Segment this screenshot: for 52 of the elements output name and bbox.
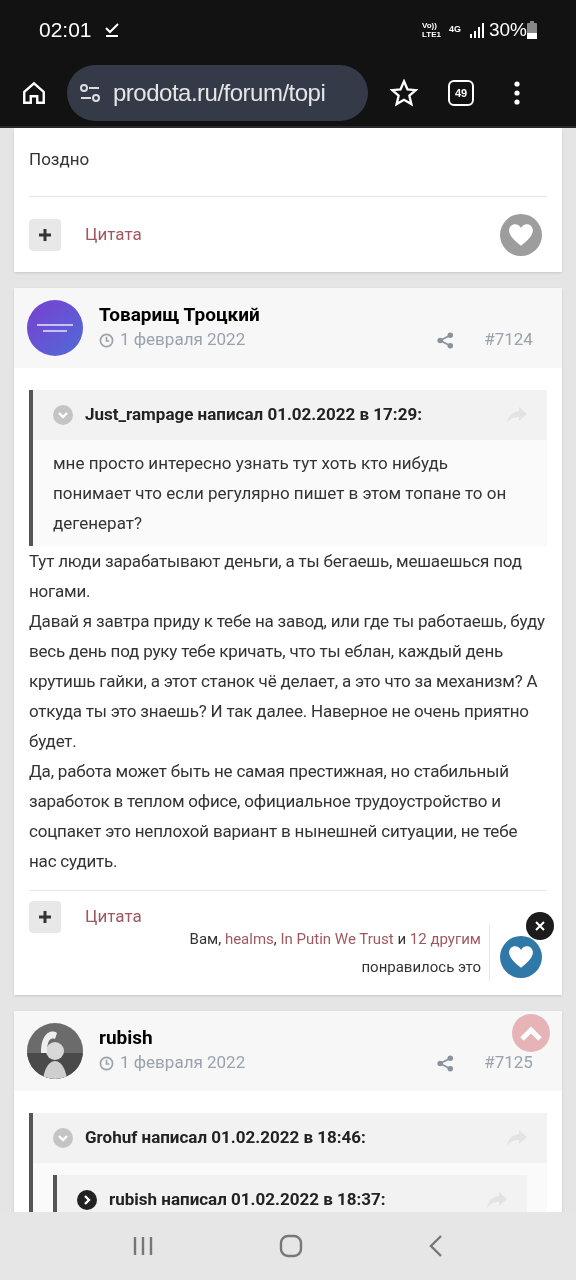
signal-icon <box>468 22 485 38</box>
expand-button[interactable] <box>29 901 61 933</box>
lte-indicator: LTE1 <box>422 30 441 39</box>
post-date: 1 февраля 2022 <box>120 1051 246 1075</box>
clock-icon <box>99 332 114 348</box>
quote-link[interactable]: Цитата <box>85 904 142 930</box>
post-text: Давай я завтра приду к тебе на завод, или где ты работаешь, буду весь день под руку тебе кричать, что ты еблан, каждый день крутишь гайки, а этот станок чё делает, а это что за механизм? А откуда ты это знаешь? И так далее. Наверное не очень приятно будет. <box>29 610 546 753</box>
home-button-icon[interactable] <box>279 1234 303 1258</box>
volte-indicator: Vo)) <box>422 21 438 30</box>
author-name[interactable]: rubish <box>99 1026 153 1051</box>
user-link[interactable]: In Putin We Trust <box>280 930 394 948</box>
likes-text: Вам, healms, In Putin We Trust и 12 другим понравилось это <box>189 925 490 981</box>
close-button[interactable] <box>526 912 554 940</box>
battery-percent: 30% <box>488 17 527 42</box>
network-type: 4G <box>448 23 461 37</box>
quote-text: мне просто интересно узнать тут хоть кто нибудь понимает что если регулярно пишет в этом топане то он дегенерат? <box>52 452 508 535</box>
home-icon[interactable] <box>21 80 47 106</box>
heart-icon <box>508 945 534 969</box>
battery-icon <box>527 21 537 39</box>
quote-author-line: Just_rampage написал 01.02.2022 в 17:29: <box>85 403 423 427</box>
heart-icon <box>508 223 534 247</box>
share-icon[interactable] <box>437 331 455 349</box>
like-button[interactable] <box>500 214 542 256</box>
expand-button[interactable] <box>29 219 61 251</box>
clock-time: 02:01 <box>39 17 92 44</box>
post-text: Тут люди зарабатывают деньги, а ты бегаешь, мешаешься под ногами. <box>29 550 523 603</box>
plus-icon <box>38 910 52 924</box>
close-icon <box>535 921 545 931</box>
quote-link[interactable]: Цитата <box>85 222 142 248</box>
user-link[interactable]: healms <box>224 930 274 948</box>
site-settings-icon <box>79 84 101 102</box>
like-button[interactable] <box>500 936 542 978</box>
chevron-up-icon <box>520 1025 542 1041</box>
tab-count-button[interactable]: 49 <box>448 80 474 106</box>
chevron-right-icon[interactable] <box>77 1190 97 1210</box>
url-text: prodota.ru/forum/topi <box>113 78 326 108</box>
plus-icon <box>38 228 52 242</box>
recent-apps-icon[interactable] <box>132 1235 155 1257</box>
back-icon[interactable] <box>427 1234 444 1258</box>
star-icon[interactable] <box>390 79 418 107</box>
download-done-icon <box>103 22 120 38</box>
post-text: Да, работа может быть не самая престижная, но стабильный заработок в теплом офисе, официальное трудоустройство и соцпакет это неплохой вариант в нынешней ситуации, не тебе нас судить. <box>29 760 519 873</box>
post-date: 1 февраля 2022 <box>120 328 246 352</box>
author-name[interactable]: Товарищ Троцкий <box>99 303 260 328</box>
quote-author-line: rubish написал 01.02.2022 в 18:37: <box>109 1188 387 1212</box>
quote-author-line: Grohuf написал 01.02.2022 в 18:46: <box>85 1126 367 1150</box>
clock-icon <box>99 1055 114 1071</box>
more-icon[interactable] <box>514 81 520 105</box>
user-link[interactable]: 12 другим <box>409 930 481 948</box>
post-text: Поздно <box>29 148 91 171</box>
address-bar[interactable]: prodota.ru/forum/topi <box>67 65 368 121</box>
share-icon[interactable] <box>437 1054 455 1072</box>
